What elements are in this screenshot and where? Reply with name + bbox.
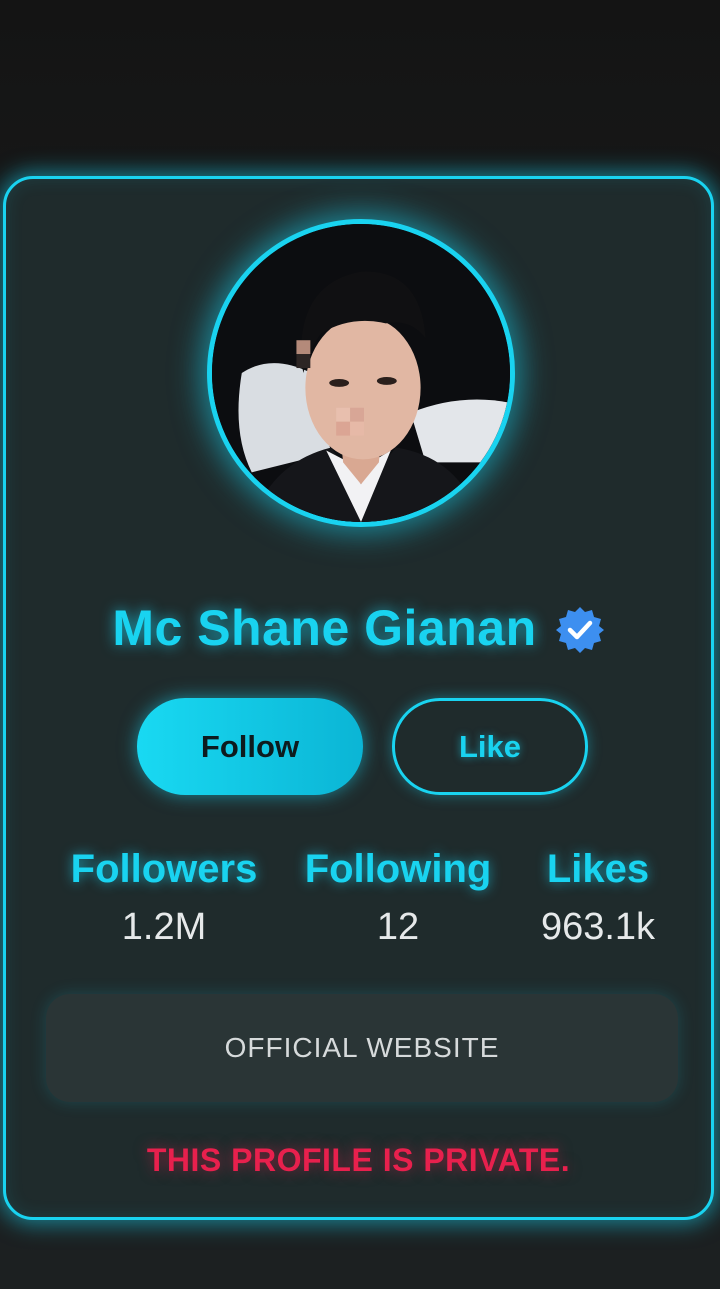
stat-label: Following — [304, 847, 492, 891]
verified-badge-icon — [555, 607, 604, 653]
stat-label: Followers — [70, 847, 258, 891]
stat-value: 1.2M — [121, 906, 207, 948]
profile-name: Mc Shane Gianan — [112, 600, 537, 656]
stat-value: 12 — [376, 906, 420, 948]
follow-button[interactable]: Follow — [137, 698, 363, 795]
private-profile-notice: THIS PROFILE IS PRIVATE. — [146, 1142, 571, 1178]
stat-label: Likes — [546, 847, 650, 891]
official-website-button[interactable]: OFFICIAL WEBSITE — [46, 994, 678, 1102]
stat-followers: Followers 1.2M — [66, 847, 262, 949]
stat-value: 963.1k — [540, 906, 656, 948]
stat-following: Following 12 — [300, 847, 496, 949]
avatar-photo-image — [212, 224, 510, 522]
name-row: Mc Shane Gianan — [6, 599, 711, 657]
avatar — [207, 219, 515, 527]
profile-card: Mc Shane Gianan Follow Like Followers 1.… — [3, 176, 714, 1220]
stat-likes: Likes 963.1k — [518, 847, 678, 949]
like-button[interactable]: Like — [392, 698, 588, 795]
